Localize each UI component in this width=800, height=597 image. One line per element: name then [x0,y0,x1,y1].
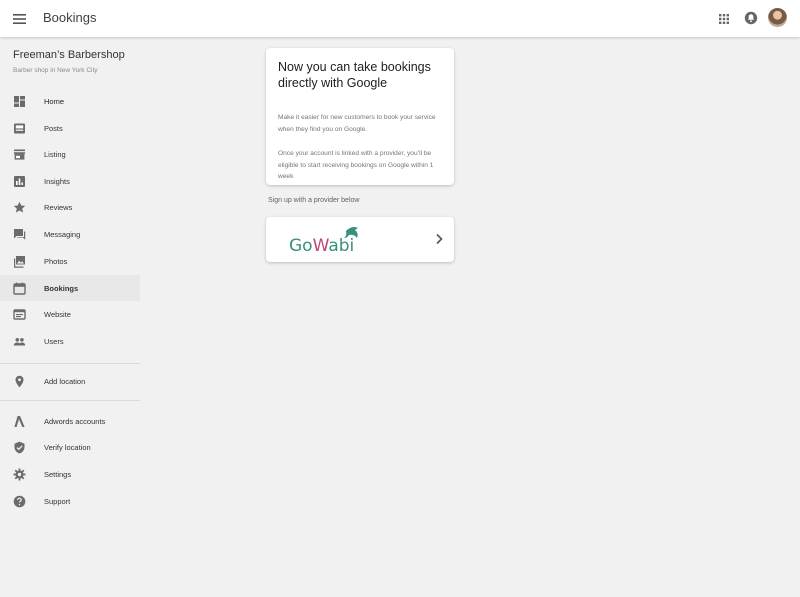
adwords-icon [14,415,25,427]
page-title: Bookings [43,10,97,25]
sidebar: Freeman’s Barbershop Barber shop in New … [0,37,140,597]
sidebar-item-website[interactable]: Website [0,301,140,327]
chevron-right-icon [436,233,443,245]
sidebar-item-users[interactable]: Users [0,328,140,354]
chat-icon [14,228,26,240]
gear-icon [13,468,26,480]
sidebar-item-label: Messaging [44,229,81,239]
dashboard-icon [14,95,25,107]
apps-grid-icon[interactable] [716,11,732,27]
star-icon [13,201,26,213]
help-icon [13,495,26,507]
posts-icon [14,123,25,133]
promo-paragraph: Make it easier for new customers to book… [278,114,436,133]
sidebar-item-label: Listing [44,149,66,159]
location-pin-icon [15,375,24,387]
sidebar-divider [0,363,140,364]
sidebar-divider [0,400,140,401]
people-icon [13,337,26,345]
photos-icon [14,255,25,268]
promo-paragraph: Once your account is linked with a provi… [278,150,434,180]
promo-title: Now you can take bookings directly with … [278,60,431,90]
business-name: Freeman’s Barbershop [13,49,125,61]
shield-check-icon [14,441,25,453]
sidebar-item-verify-location[interactable]: Verify location [0,434,140,460]
sidebar-item-label: Reviews [44,202,73,212]
sidebar-item-label: Website [44,309,71,319]
hamburger-menu-icon[interactable] [11,10,29,28]
sidebar-item-label: Posts [44,123,63,133]
sidebar-item-listing[interactable]: Listing [0,141,140,167]
sidebar-item-label: Users [44,336,64,346]
sidebar-item-label: Verify location [44,442,91,452]
notifications-icon[interactable] [743,10,759,26]
storefront-icon [13,149,26,160]
sidebar-item-insights[interactable]: Insights [0,168,140,194]
sidebar-item-label: Add location [44,376,86,386]
sidebar-item-reviews[interactable]: Reviews [0,194,140,220]
sidebar-item-home[interactable]: Home [0,88,140,114]
website-icon [13,308,26,320]
sidebar-item-messaging[interactable]: Messaging [0,221,140,247]
bookings-promo-card: Now you can take bookings directly with … [266,48,454,185]
sidebar-item-label: Bookings [44,283,79,293]
sidebar-item-label: Settings [44,469,72,479]
sidebar-item-photos[interactable]: Photos [0,248,140,274]
sidebar-item-bookings[interactable]: Bookings [0,275,140,301]
user-avatar[interactable] [768,8,787,27]
sidebar-item-adwords[interactable]: Adwords accounts [0,408,140,434]
sidebar-item-label: Insights [44,176,70,186]
sidebar-item-add-location[interactable]: Add location [0,368,140,394]
top-app-bar: Bookings [0,0,800,37]
business-subtitle: Barber shop in New York City [13,67,98,74]
sidebar-item-settings[interactable]: Settings [0,461,140,487]
sidebar-item-label: Adwords accounts [44,416,106,426]
sidebar-item-label: Support [44,496,71,506]
sidebar-item-support[interactable]: Support [0,488,140,514]
svg-text:GoWabi: GoWabi [289,236,354,255]
gowabi-logo: GoWabi [289,227,359,255]
sidebar-item-label: Photos [44,256,68,266]
bar-chart-icon [14,175,25,187]
provider-card-gowabi[interactable]: GoWabi [266,217,454,262]
sidebar-item-posts[interactable]: Posts [0,115,140,141]
sidebar-item-label: Home [44,96,65,106]
main-content: Now you can take bookings directly with … [140,37,800,597]
calendar-icon [13,282,26,295]
signup-instruction: Sign up with a provider below [268,197,360,204]
